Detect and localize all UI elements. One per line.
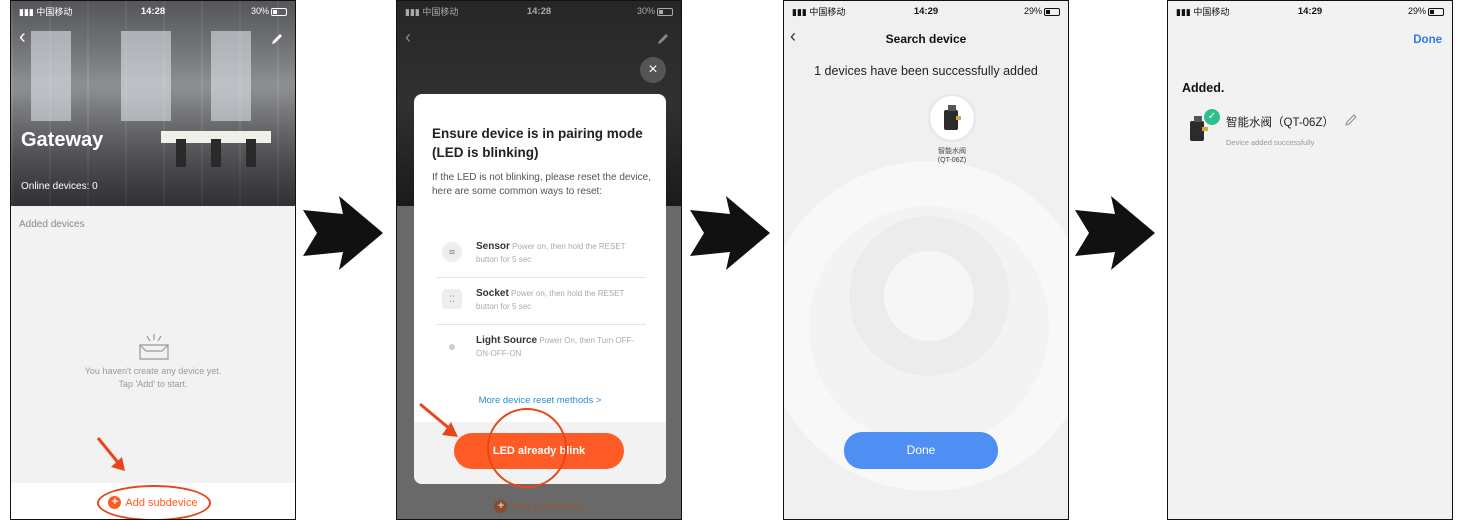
status-time: 14:29 bbox=[913, 5, 939, 17]
done-button[interactable]: Done bbox=[844, 432, 998, 469]
close-button[interactable]: × bbox=[640, 57, 666, 83]
method-name: Sensor bbox=[476, 241, 510, 252]
status-time: 14:28 bbox=[526, 5, 552, 17]
method-name: Socket bbox=[476, 288, 509, 299]
status-time: 14:28 bbox=[140, 5, 166, 17]
screen-gateway: ▮▮▮ 中国移动 14:28 30% ‹ Gateway Online devi… bbox=[10, 0, 296, 520]
success-check-icon: ✓ bbox=[1204, 109, 1220, 125]
close-icon: × bbox=[648, 61, 658, 78]
back-icon: ‹ bbox=[405, 27, 411, 47]
radar-center bbox=[884, 251, 974, 341]
sensor-icon: ≋ bbox=[442, 242, 462, 262]
edit-name-icon[interactable] bbox=[1345, 114, 1357, 126]
empty-line-2: Tap 'Add' to start. bbox=[118, 379, 188, 389]
found-device-avatar[interactable] bbox=[930, 96, 974, 140]
back-icon[interactable]: ‹ bbox=[19, 27, 26, 47]
screen-added: ▮▮▮ 中国移动 14:29 29% Done Added. ✓ 智能水阀（QT… bbox=[1167, 0, 1453, 520]
edit-icon bbox=[658, 34, 668, 44]
light-bulb-icon: ● bbox=[442, 336, 462, 356]
battery-icon bbox=[271, 7, 287, 16]
device-status-text: Device added successfully bbox=[1226, 138, 1315, 147]
added-devices-label: Added devices bbox=[19, 219, 85, 230]
add-subdevice-label: Add subdevice bbox=[511, 500, 584, 513]
status-bar: ▮▮▮ 中国移动 14:28 30% bbox=[11, 1, 295, 21]
plus-icon: + bbox=[494, 500, 508, 513]
reset-method-light: ● Light Source Power On, then Turn OFF-O… bbox=[436, 326, 646, 372]
battery-icon bbox=[1044, 7, 1060, 16]
pointer-arrow-icon bbox=[419, 402, 458, 437]
page-title: Gateway bbox=[21, 129, 104, 151]
added-heading: Added. bbox=[1182, 81, 1225, 95]
socket-icon: ⁚⁚ bbox=[442, 289, 462, 309]
screen-search-device: ▮▮▮ 中国移动 14:29 29% ‹ Search device 1 dev… bbox=[783, 0, 1069, 520]
modal-description: If the LED is not blinking, please reset… bbox=[432, 172, 652, 197]
flow-arrow-icon bbox=[303, 196, 383, 270]
status-bar: ▮▮▮ 中国移动 14:29 29% bbox=[1168, 1, 1452, 21]
flow-arrow-icon bbox=[690, 196, 770, 270]
page-title: Search device bbox=[885, 32, 967, 46]
added-count-text: 1 devices have been successfully added bbox=[814, 64, 1038, 78]
empty-box-icon bbox=[139, 334, 169, 360]
battery-icon bbox=[657, 7, 673, 16]
online-devices-count: Online devices: 0 bbox=[21, 181, 98, 192]
status-bar: ▮▮▮ 中国移动 14:28 30% bbox=[397, 1, 681, 21]
screen-pairing-mode: ▮▮▮ 中国移动 14:28 30% ‹ × Ensure device is … bbox=[396, 0, 682, 520]
empty-state-text: You haven't create any device yet. Tap '… bbox=[11, 365, 295, 391]
status-bar: ▮▮▮ 中国移动 14:29 29% bbox=[784, 1, 1068, 21]
found-device-label: 智能水阀 (QT-06Z) bbox=[902, 147, 1002, 165]
add-subdevice-button: + Add subdevice bbox=[397, 500, 681, 513]
reset-method-sensor: ≋ Sensor Power on, then hold the RESET b… bbox=[436, 232, 646, 278]
added-devices-section: Added devices You haven't create any dev… bbox=[11, 206, 295, 519]
status-time: 14:29 bbox=[1297, 5, 1323, 17]
battery-icon bbox=[1428, 7, 1444, 16]
device-name: 智能水阀 bbox=[938, 148, 966, 155]
pointer-arrow-icon bbox=[96, 437, 125, 471]
flow-arrow-icon bbox=[1075, 196, 1155, 270]
device-model: (QT-06Z) bbox=[937, 157, 967, 164]
gateway-hero-image bbox=[11, 1, 295, 206]
reset-method-socket: ⁚⁚ Socket Power on, then hold the RESET … bbox=[436, 279, 646, 325]
empty-line-1: You haven't create any device yet. bbox=[84, 366, 222, 376]
modal-title: Ensure device is in pairing mode (LED is… bbox=[432, 126, 643, 160]
done-button[interactable]: Done bbox=[1413, 34, 1442, 46]
method-name: Light Source bbox=[476, 335, 538, 346]
highlight-ellipse bbox=[487, 408, 567, 488]
device-name: 智能水阀（QT-06Z） bbox=[1226, 117, 1334, 129]
edit-icon[interactable] bbox=[271, 33, 283, 45]
highlight-ellipse bbox=[97, 485, 211, 519]
water-valve-icon bbox=[944, 105, 961, 130]
